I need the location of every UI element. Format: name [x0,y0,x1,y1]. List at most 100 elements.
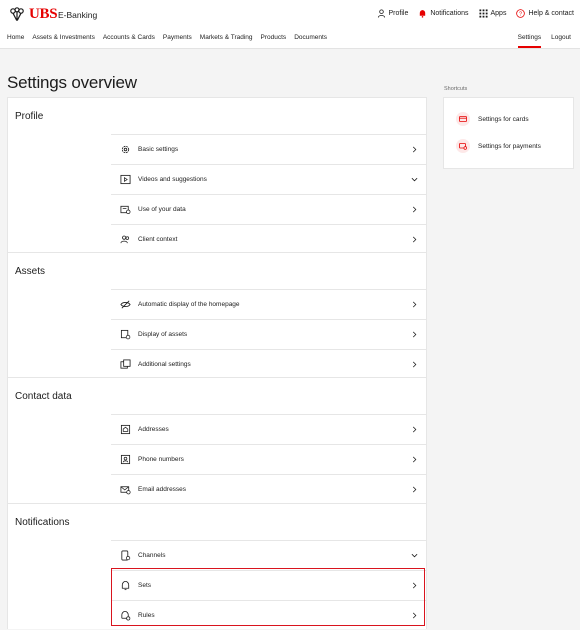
grid-icon [478,9,488,18]
shortcut-payments[interactable]: Settings for payments [456,139,541,153]
chevron-right-icon [409,581,419,591]
logo-text: UBS [29,6,58,22]
row-addresses[interactable]: Addresses [111,414,426,444]
row-additional-settings[interactable]: Additional settings [111,349,426,379]
right-nav: Settings Logout [517,34,571,48]
row-channels[interactable]: Channels [111,540,426,570]
chevron-down-icon [409,551,419,561]
row-phone-numbers[interactable]: Phone numbers [111,444,426,474]
assets-gear-icon [119,329,131,341]
chevron-right-icon [409,611,419,621]
person-icon [377,9,385,18]
house-icon [119,424,131,436]
shortcut-label: Settings for cards [478,115,529,123]
chevron-down-icon [409,175,419,185]
section-notifications: Notifications Channels Sets Rules [8,504,426,630]
row-display-of-assets[interactable]: Display of assets [111,319,426,349]
section-title: Notifications [15,517,70,528]
apps-label: Apps [490,10,507,17]
coins-icon [119,359,131,371]
nav-assets-investments[interactable]: Assets & Investments [32,34,95,41]
row-auto-display-homepage[interactable]: Automatic display of the homepage [111,289,426,319]
row-label: Videos and suggestions [138,176,207,183]
bell-icon [420,10,426,18]
nav-markets-trading[interactable]: Markets & Trading [200,34,253,41]
page-title: Settings overview [7,73,137,93]
nav-accounts-cards[interactable]: Accounts & Cards [103,34,155,41]
row-label: Rules [138,612,155,619]
row-use-of-data[interactable]: Use of your data [111,194,426,224]
nav-settings[interactable]: Settings [517,34,542,48]
ubs-keys-icon [10,6,24,21]
nav-documents[interactable]: Documents [294,34,327,41]
row-label: Automatic display of the homepage [138,301,240,308]
help-icon: ? [516,9,526,18]
chevron-right-icon [409,455,419,465]
shortcuts-card: Settings for cards Settings for payments [443,97,574,169]
row-label: Display of assets [138,331,188,338]
chevron-right-icon [409,235,419,245]
apps-link[interactable]: Apps [478,9,507,18]
data-icon [119,204,131,216]
row-label: Email addresses [138,486,187,493]
row-rules[interactable]: Rules [111,600,426,630]
row-label: Client context [138,236,178,243]
bell-outline-icon [119,580,131,592]
profile-link[interactable]: Profile [377,9,409,18]
row-label: Channels [138,552,166,559]
bell-gear-icon [119,610,131,622]
shortcuts-label: Shortcuts [444,86,468,92]
row-sets[interactable]: Sets [111,570,426,600]
row-label: Addresses [138,426,169,433]
chevron-right-icon [409,360,419,370]
people-icon [119,234,131,246]
row-basic-settings[interactable]: Basic settings [111,134,426,164]
nav-home[interactable]: Home [7,34,24,41]
section-title: Profile [15,111,44,122]
row-label: Additional settings [138,361,191,368]
nav-products[interactable]: Products [261,34,287,41]
top-bar: UBS E-Banking Profile Notifications Apps… [0,0,580,49]
shortcut-label: Settings for payments [478,142,541,150]
section-contact-data: Contact data Addresses Phone numbers Ema… [8,378,426,504]
settings-card: Profile Basic settings Videos and sugges… [7,97,427,629]
notifications-link[interactable]: Notifications [418,9,469,18]
nav-payments[interactable]: Payments [163,34,192,41]
row-label: Sets [138,582,152,589]
email-gear-icon [119,484,131,496]
product-name: E-Banking [58,10,98,20]
row-client-context[interactable]: Client context [111,224,426,254]
utility-nav: Profile Notifications Apps ? Help & cont… [377,9,574,18]
section-assets: Assets Automatic display of the homepage… [8,253,426,378]
payment-gear-icon [456,139,470,153]
section-title: Assets [15,266,46,277]
chevron-right-icon [409,425,419,435]
phone-contact-icon [119,454,131,466]
row-videos-suggestions[interactable]: Videos and suggestions [111,164,426,194]
shortcut-cards[interactable]: Settings for cards [456,112,529,126]
row-label: Phone numbers [138,456,184,463]
section-profile: Profile Basic settings Videos and sugges… [8,98,426,253]
card-gear-icon [456,112,470,126]
chevron-right-icon [409,205,419,215]
help-link[interactable]: ? Help & contact [516,9,574,18]
nav-logout[interactable]: Logout [551,34,571,48]
chevron-right-icon [409,485,419,495]
row-label: Basic settings [138,146,179,153]
section-title: Contact data [15,391,72,402]
chevron-right-icon [409,145,419,155]
row-label: Use of your data [138,206,186,213]
video-icon [119,174,131,186]
eye-off-icon [119,299,131,311]
svg-text:?: ? [519,12,522,18]
main-nav: Home Assets & Investments Accounts & Car… [7,34,335,41]
gear-person-icon [119,144,131,156]
help-label: Help & contact [528,10,574,17]
chevron-right-icon [409,330,419,340]
ubs-logo[interactable]: UBS [8,6,58,23]
row-email-addresses[interactable]: Email addresses [111,474,426,504]
profile-label: Profile [388,10,409,17]
chevron-right-icon [409,300,419,310]
notifications-label: Notifications [430,10,469,17]
device-icon [119,550,131,562]
